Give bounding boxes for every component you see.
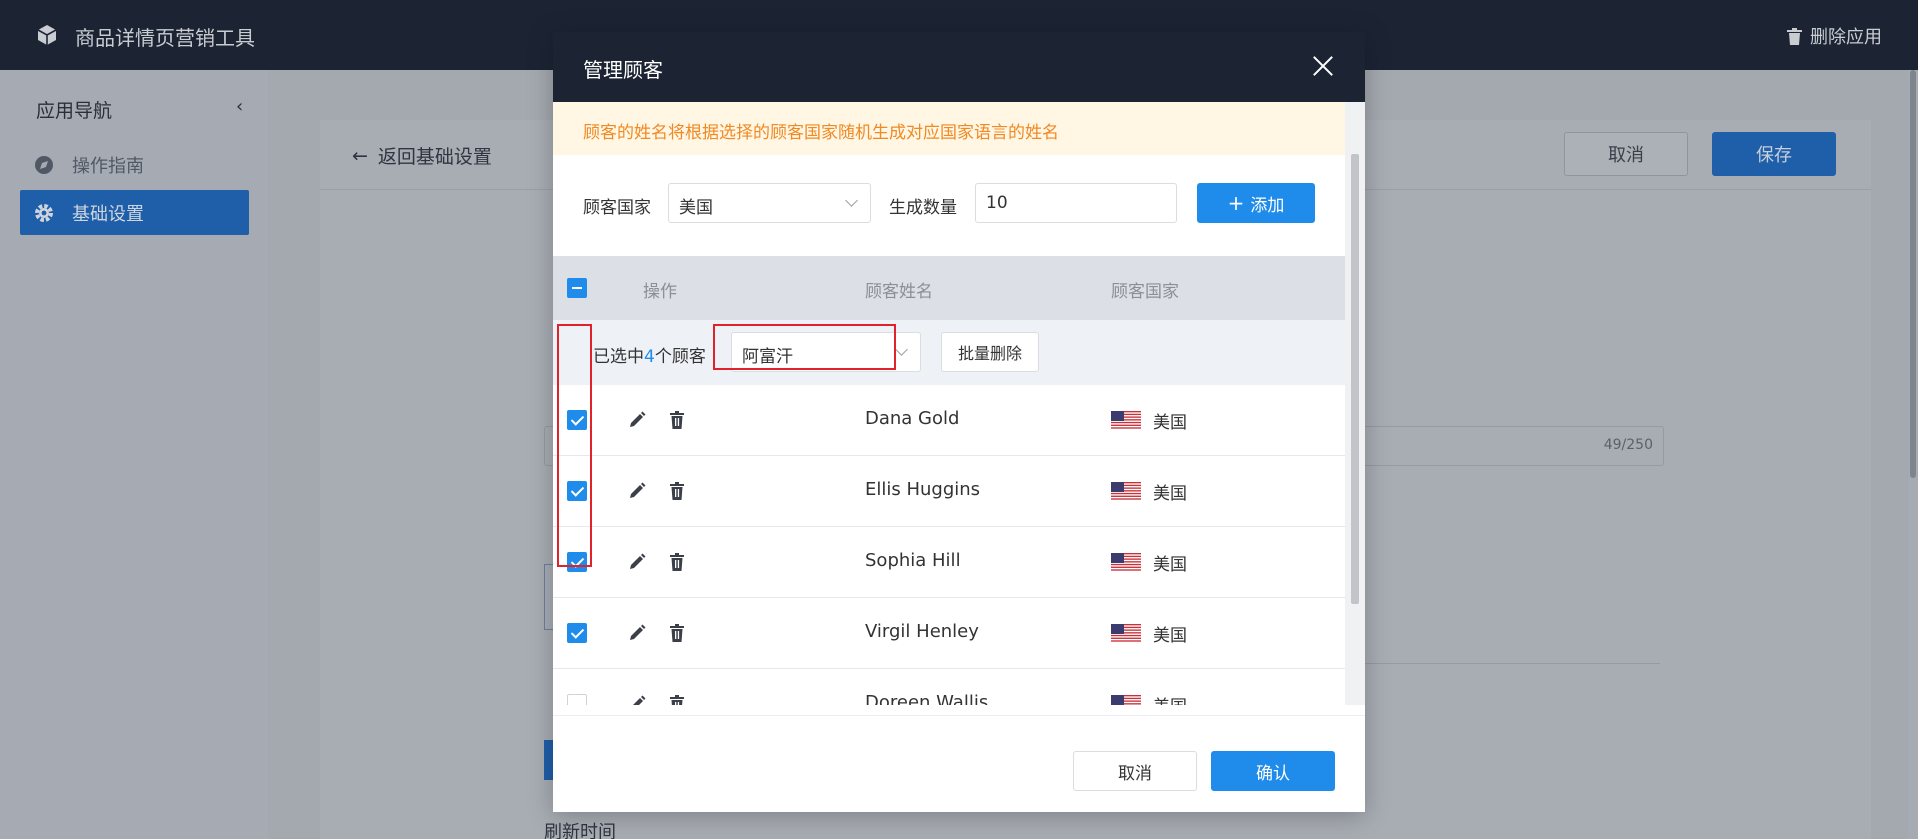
sidebar-item-label: 基础设置 [72, 203, 144, 225]
notice-banner: 顾客的姓名将根据选择的顾客国家随机生成对应国家语言的姓名 [553, 102, 1345, 155]
select-all-checkbox[interactable] [567, 278, 587, 298]
sidebar-item-label: 操作指南 [72, 155, 144, 177]
delete-icon[interactable] [667, 481, 687, 501]
customer-name: Dana Gold [865, 408, 960, 429]
sidebar-item-guide[interactable]: 操作指南 [20, 142, 249, 187]
arrow-left-icon: ← [352, 144, 368, 167]
row-checkbox[interactable] [567, 410, 587, 430]
quantity-label: 生成数量 [889, 198, 957, 218]
batch-country-value: 阿富汗 [742, 347, 793, 367]
customer-country: 美国 [1153, 413, 1187, 433]
compass-icon [35, 155, 53, 174]
batch-country-select[interactable]: 阿富汗 [731, 332, 921, 372]
char-counter: 49/250 [1603, 437, 1653, 453]
customer-country: 美国 [1153, 626, 1187, 646]
batch-delete-button[interactable]: 批量删除 [941, 332, 1039, 372]
table-row: Virgil Henley 美国 [553, 598, 1345, 669]
page-save-button[interactable]: 保存 [1712, 132, 1836, 176]
edit-icon[interactable] [627, 481, 647, 501]
country-label: 顾客国家 [583, 198, 651, 218]
dialog-header: 管理顾客 [553, 32, 1365, 102]
back-link[interactable]: ← 返回基础设置 [352, 142, 492, 169]
batch-action-bar: 已选中4个顾客 阿富汗 批量删除 [553, 320, 1345, 385]
edit-icon[interactable] [627, 552, 647, 572]
add-button[interactable]: + 添加 [1197, 183, 1315, 223]
column-action: 操作 [643, 282, 677, 302]
confirm-button[interactable]: 确认 [1211, 751, 1335, 791]
us-flag-icon [1111, 553, 1141, 572]
row-checkbox[interactable] [567, 623, 587, 643]
delete-icon[interactable] [667, 552, 687, 572]
row-checkbox[interactable] [567, 481, 587, 501]
row-checkbox[interactable] [567, 552, 587, 572]
sidebar-title: 应用导航 [36, 100, 113, 122]
delete-app-label: 删除应用 [1810, 27, 1882, 48]
us-flag-icon [1111, 695, 1141, 705]
table-row: Sophia Hill 美国 [553, 527, 1345, 598]
add-label: 添加 [1250, 195, 1285, 216]
selection-count: 4 [644, 347, 655, 367]
customer-country: 美国 [1153, 555, 1187, 575]
edit-icon[interactable] [627, 623, 647, 643]
customer-country: 美国 [1153, 692, 1187, 705]
customer-country: 美国 [1153, 484, 1187, 504]
sidebar: 应用导航 ‹ 操作指南 基础设置 [0, 70, 268, 839]
delete-app-button[interactable]: 删除应用 [1787, 23, 1882, 49]
delete-icon[interactable] [667, 623, 687, 643]
table-row: Ellis Huggins 美国 [553, 456, 1345, 527]
sidebar-item-basic-settings[interactable]: 基础设置 [20, 190, 249, 235]
plus-icon: + [1227, 191, 1245, 215]
dialog-footer: 取消 确认 [553, 715, 1365, 812]
customer-name: Virgil Henley [865, 621, 979, 642]
app-title: 商品详情页营销工具 [75, 26, 255, 50]
table-header: 操作 顾客姓名 顾客国家 [553, 256, 1345, 320]
trash-icon [1787, 27, 1802, 45]
chevron-down-icon [895, 343, 908, 356]
column-country: 顾客国家 [1111, 282, 1179, 302]
notice-text: 顾客的姓名将根据选择的顾客国家随机生成对应国家语言的姓名 [583, 123, 1059, 143]
delete-icon[interactable] [667, 410, 687, 430]
row-checkbox[interactable] [567, 694, 587, 705]
customer-name: Doreen Wallis [865, 692, 989, 705]
table-row: Doreen Wallis 美国 [553, 669, 1345, 705]
page-scrollbar[interactable] [1908, 70, 1918, 839]
table-row: Dana Gold 美国 [553, 385, 1345, 456]
cancel-button[interactable]: 取消 [1073, 751, 1197, 791]
edit-icon[interactable] [627, 694, 647, 705]
box-icon [37, 25, 57, 45]
country-select[interactable]: 美国 [668, 183, 871, 223]
customer-name: Ellis Huggins [865, 479, 981, 500]
page-cancel-button[interactable]: 取消 [1564, 132, 1688, 176]
dialog-title: 管理顾客 [583, 58, 663, 82]
delete-icon[interactable] [667, 694, 687, 705]
country-select-value: 美国 [679, 198, 713, 218]
dialog-scrollbar[interactable] [1345, 102, 1365, 705]
quantity-input[interactable]: 10 [975, 183, 1177, 223]
divider [1360, 663, 1660, 664]
chevron-down-icon [845, 194, 858, 207]
us-flag-icon [1111, 482, 1141, 501]
customer-name: Sophia Hill [865, 550, 961, 571]
column-name: 顾客姓名 [865, 282, 933, 302]
refresh-time-label: 刷新时间 [544, 822, 616, 839]
edit-icon[interactable] [627, 410, 647, 430]
us-flag-icon [1111, 411, 1141, 430]
close-icon[interactable] [1311, 54, 1335, 78]
customer-list: Dana Gold 美国 Ellis Huggins 美国 Sophia Hill 美国 V… [553, 385, 1345, 705]
collapse-icon[interactable]: ‹ [236, 96, 243, 117]
back-label: 返回基础设置 [377, 146, 492, 168]
selection-summary: 已选中4个顾客 [593, 347, 706, 367]
manage-customers-dialog: 管理顾客 顾客的姓名将根据选择的顾客国家随机生成对应国家语言的姓名 顾客国家 美… [553, 32, 1365, 812]
us-flag-icon [1111, 624, 1141, 643]
gear-icon [35, 203, 53, 222]
